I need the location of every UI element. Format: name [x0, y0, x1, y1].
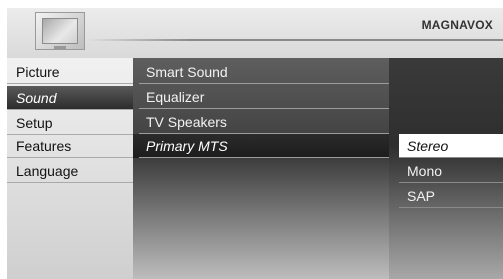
mts-option-sap[interactable]: SAP: [399, 184, 503, 208]
header-divider: [87, 39, 503, 41]
brand-logo: MAGNAVOX: [421, 18, 493, 32]
sound-item-primary-mts[interactable]: Primary MTS: [133, 134, 389, 158]
main-menu-item-sound[interactable]: Sound: [7, 86, 133, 110]
tv-icon-screen: [42, 18, 78, 44]
tv-menu-screen: MAGNAVOX Picture Sound Setup Features La…: [7, 8, 503, 279]
main-menu-item-features[interactable]: Features: [7, 134, 133, 158]
sound-submenu: Smart Sound Equalizer TV Speakers Primar…: [133, 58, 389, 279]
mts-options: Stereo Mono SAP: [389, 58, 503, 279]
main-menu-item-setup[interactable]: Setup: [7, 111, 133, 135]
menu-header: MAGNAVOX: [7, 8, 503, 58]
mts-option-mono[interactable]: Mono: [399, 159, 503, 183]
sound-item-tv-speakers[interactable]: TV Speakers: [133, 110, 389, 134]
sound-item-equalizer[interactable]: Equalizer: [133, 85, 389, 109]
mts-option-stereo[interactable]: Stereo: [399, 134, 503, 158]
tv-icon: [35, 12, 85, 50]
main-menu: Picture Sound Setup Features Language: [7, 58, 133, 279]
main-menu-item-picture[interactable]: Picture: [7, 60, 133, 84]
main-menu-item-language[interactable]: Language: [7, 159, 133, 183]
sound-item-smart-sound[interactable]: Smart Sound: [133, 60, 389, 84]
tv-icon-stand: [54, 46, 66, 49]
